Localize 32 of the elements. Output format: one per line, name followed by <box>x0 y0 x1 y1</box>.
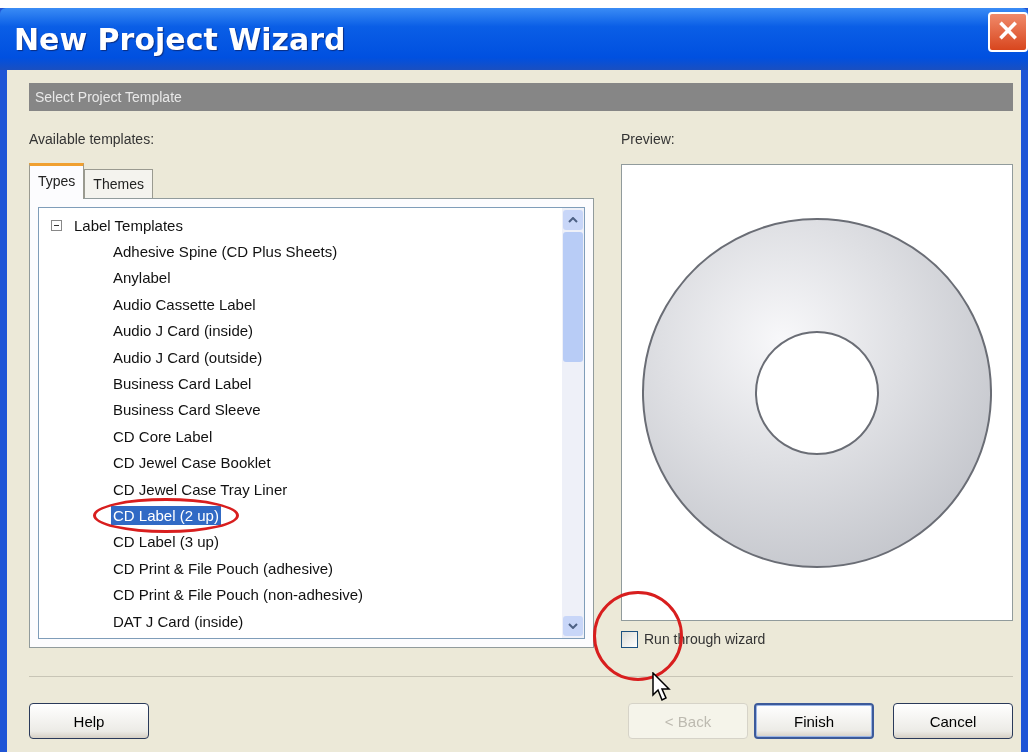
finish-button[interactable]: Finish <box>754 703 874 739</box>
tab[interactable]: Themes <box>84 169 153 198</box>
tree-item[interactable]: CD Core Label <box>111 426 215 446</box>
tree-item[interactable]: Label Templates <box>74 216 183 234</box>
window-title: New Project Wizard <box>14 21 346 57</box>
tree-item[interactable]: CD Print & File Pouch (adhesive) <box>111 558 336 578</box>
mouse-cursor-icon <box>652 672 674 702</box>
tree-item[interactable]: Audio J Card (outside) <box>111 347 265 367</box>
tab[interactable]: Types <box>29 163 85 199</box>
scroll-down-icon[interactable] <box>568 623 578 629</box>
section-header: Select Project Template <box>29 83 1013 111</box>
tree-item[interactable]: CD Jewel Case Booklet <box>111 453 273 473</box>
tree-item[interactable]: DAT J Card (inside) <box>111 611 246 631</box>
tree-item[interactable]: Adhesive Spine (CD Plus Sheets) <box>111 242 340 262</box>
scroll-thumb[interactable] <box>563 232 583 362</box>
templates-label: Available templates: <box>29 131 156 149</box>
scrollbar[interactable] <box>562 208 584 638</box>
tree-item[interactable]: CD Label (3 up) <box>111 532 221 552</box>
collapse-toggle[interactable] <box>51 219 62 231</box>
tree-item[interactable]: Business Card Label <box>111 374 254 394</box>
tree-item[interactable]: CD Jewel Case Tray Liner <box>111 479 290 499</box>
scroll-up-icon[interactable] <box>568 217 578 223</box>
tree-item[interactable]: CD Print & File Pouch (non-adhesive) <box>111 585 366 605</box>
preview-label: Preview: <box>621 131 676 149</box>
checkbox[interactable] <box>621 630 638 648</box>
help-button[interactable]: Help <box>29 703 149 739</box>
tree-item[interactable]: Business Card Sleeve <box>111 400 263 420</box>
tree-item[interactable]: Audio J Card (inside) <box>111 321 256 341</box>
tree-item[interactable]: Anylabel <box>111 268 173 288</box>
cancel-button[interactable]: Cancel <box>893 703 1013 739</box>
tree-item[interactable]: Audio Cassette Label <box>111 294 258 314</box>
tree-item[interactable]: CD Label (2 up) <box>111 506 221 525</box>
